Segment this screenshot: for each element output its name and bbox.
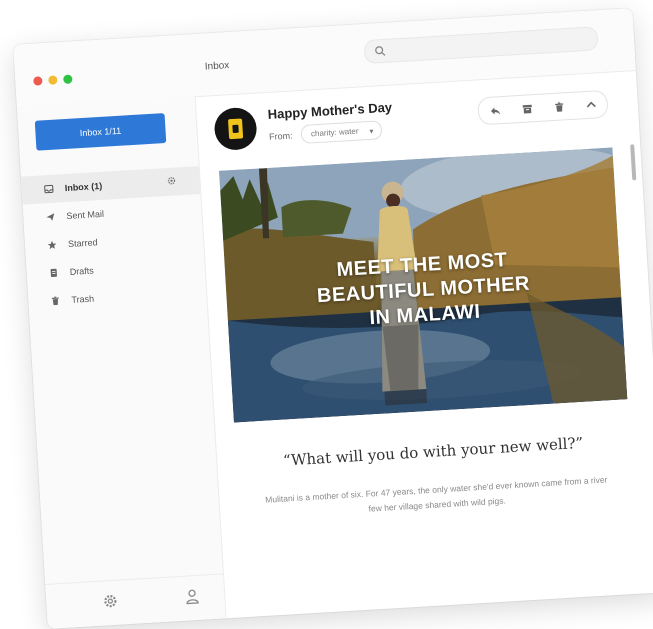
from-value: charity: water: [311, 127, 359, 139]
delete-icon[interactable]: [553, 101, 565, 113]
sender-avatar: [213, 107, 257, 151]
chevron-down-icon: ▾: [369, 123, 374, 140]
user-icon[interactable]: [184, 588, 201, 605]
from-label: From:: [269, 131, 293, 142]
message-view: Happy Mother's Day From: charity: water …: [195, 70, 653, 618]
compose-button[interactable]: Inbox 1/11: [35, 113, 167, 151]
message-subject: Happy Mother's Day: [267, 100, 392, 122]
mailbox-nav: Inbox (1) Sent Mail Starred: [21, 166, 207, 316]
search-box[interactable]: [364, 26, 599, 64]
hero-image: MEET THE MOST BEAUTIFUL MOTHER IN MALAWI: [219, 148, 627, 423]
sidebar: Inbox 1/11 Inbox (1) Sent Mail: [17, 96, 227, 629]
sidebar-item-label: Inbox (1): [64, 181, 102, 193]
inbox-icon: [44, 184, 55, 195]
search-icon: [374, 45, 387, 58]
gear-icon[interactable]: [166, 175, 177, 186]
sidebar-item-label: Trash: [71, 294, 94, 305]
message-actions: [477, 90, 608, 126]
sidebar-footer: [45, 573, 225, 628]
sidebar-item-label: Starred: [68, 237, 98, 249]
sidebar-item-label: Sent Mail: [66, 209, 104, 221]
message-body: Mulitani is a mother of six. For 47 year…: [258, 472, 615, 523]
trash-icon: [50, 296, 61, 307]
maximize-window-button[interactable]: [63, 74, 73, 84]
message-quote: “What will you do with your new well?”: [236, 431, 630, 472]
jerry-can-logo-icon: [228, 118, 243, 139]
sent-icon: [45, 212, 56, 223]
search-input[interactable]: [391, 31, 591, 61]
window-title: Inbox: [205, 60, 230, 72]
archive-icon[interactable]: [521, 103, 533, 115]
mail-window: Inbox Inbox 1/11 Inbox (1): [13, 8, 653, 629]
scrollbar[interactable]: [630, 144, 636, 180]
reply-icon[interactable]: [489, 105, 501, 117]
gear-icon[interactable]: [102, 593, 119, 610]
drafts-icon: [49, 268, 60, 279]
sidebar-item-label: Drafts: [69, 266, 94, 277]
star-icon: [47, 240, 58, 251]
minimize-window-button[interactable]: [48, 75, 58, 85]
close-window-button[interactable]: [33, 76, 43, 86]
more-icon[interactable]: [585, 99, 597, 111]
from-dropdown[interactable]: charity: water ▾: [300, 120, 382, 144]
